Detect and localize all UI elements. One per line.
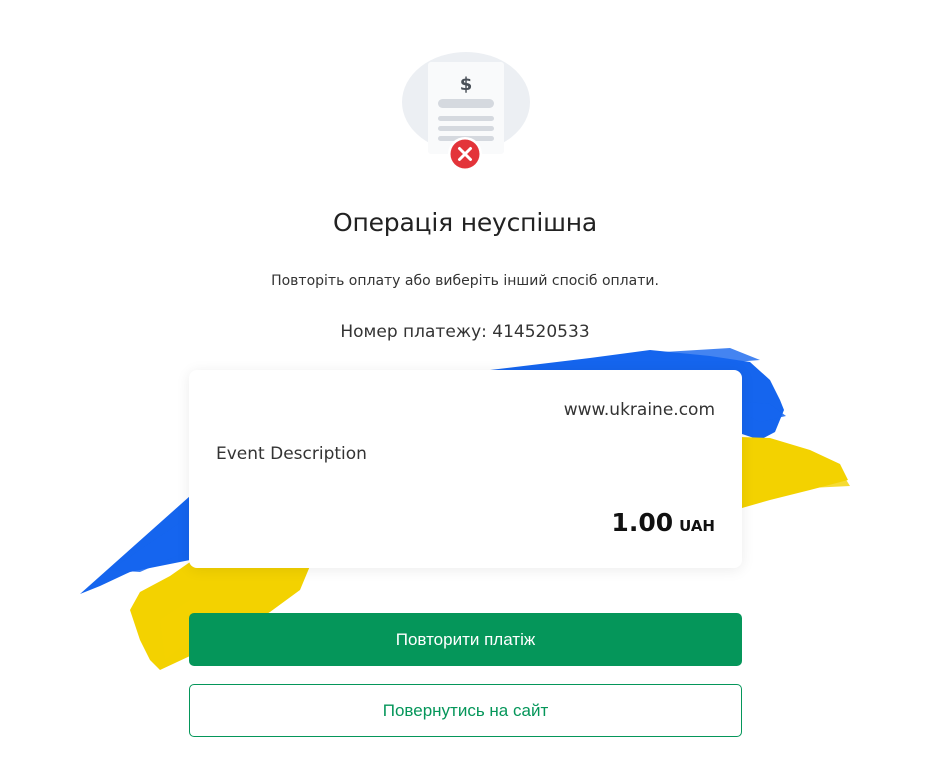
close-icon <box>448 137 482 171</box>
amount-value: 1.00 <box>611 508 674 537</box>
amount-currency: UAH <box>679 517 715 535</box>
return-to-site-button[interactable]: Повернутись на сайт <box>189 684 742 737</box>
order-amount: 1.00 UAH <box>611 508 715 537</box>
dollar-icon: $ <box>460 74 473 95</box>
failed-payment-illustration: $ <box>402 52 530 171</box>
order-card: www.ukraine.com Event Description 1.00 UA… <box>189 370 742 568</box>
receipt-line <box>438 116 494 121</box>
receipt-line <box>438 126 494 131</box>
receipt-line <box>438 99 494 108</box>
retry-payment-button[interactable]: Повторити платіж <box>189 613 742 666</box>
payment-number: Номер платежу: 414520533 <box>340 322 590 342</box>
merchant-site: www.ukraine.com <box>563 400 715 420</box>
page-title: Операція неуспішна <box>332 208 598 237</box>
flag-stroke-blue <box>110 516 190 572</box>
order-description: Event Description <box>216 444 367 464</box>
page-subtitle: Повторіть оплату або виберіть інший спос… <box>271 273 659 289</box>
payment-failed-page: $ Операція неуспішна Повторіть оплату аб… <box>0 0 936 766</box>
